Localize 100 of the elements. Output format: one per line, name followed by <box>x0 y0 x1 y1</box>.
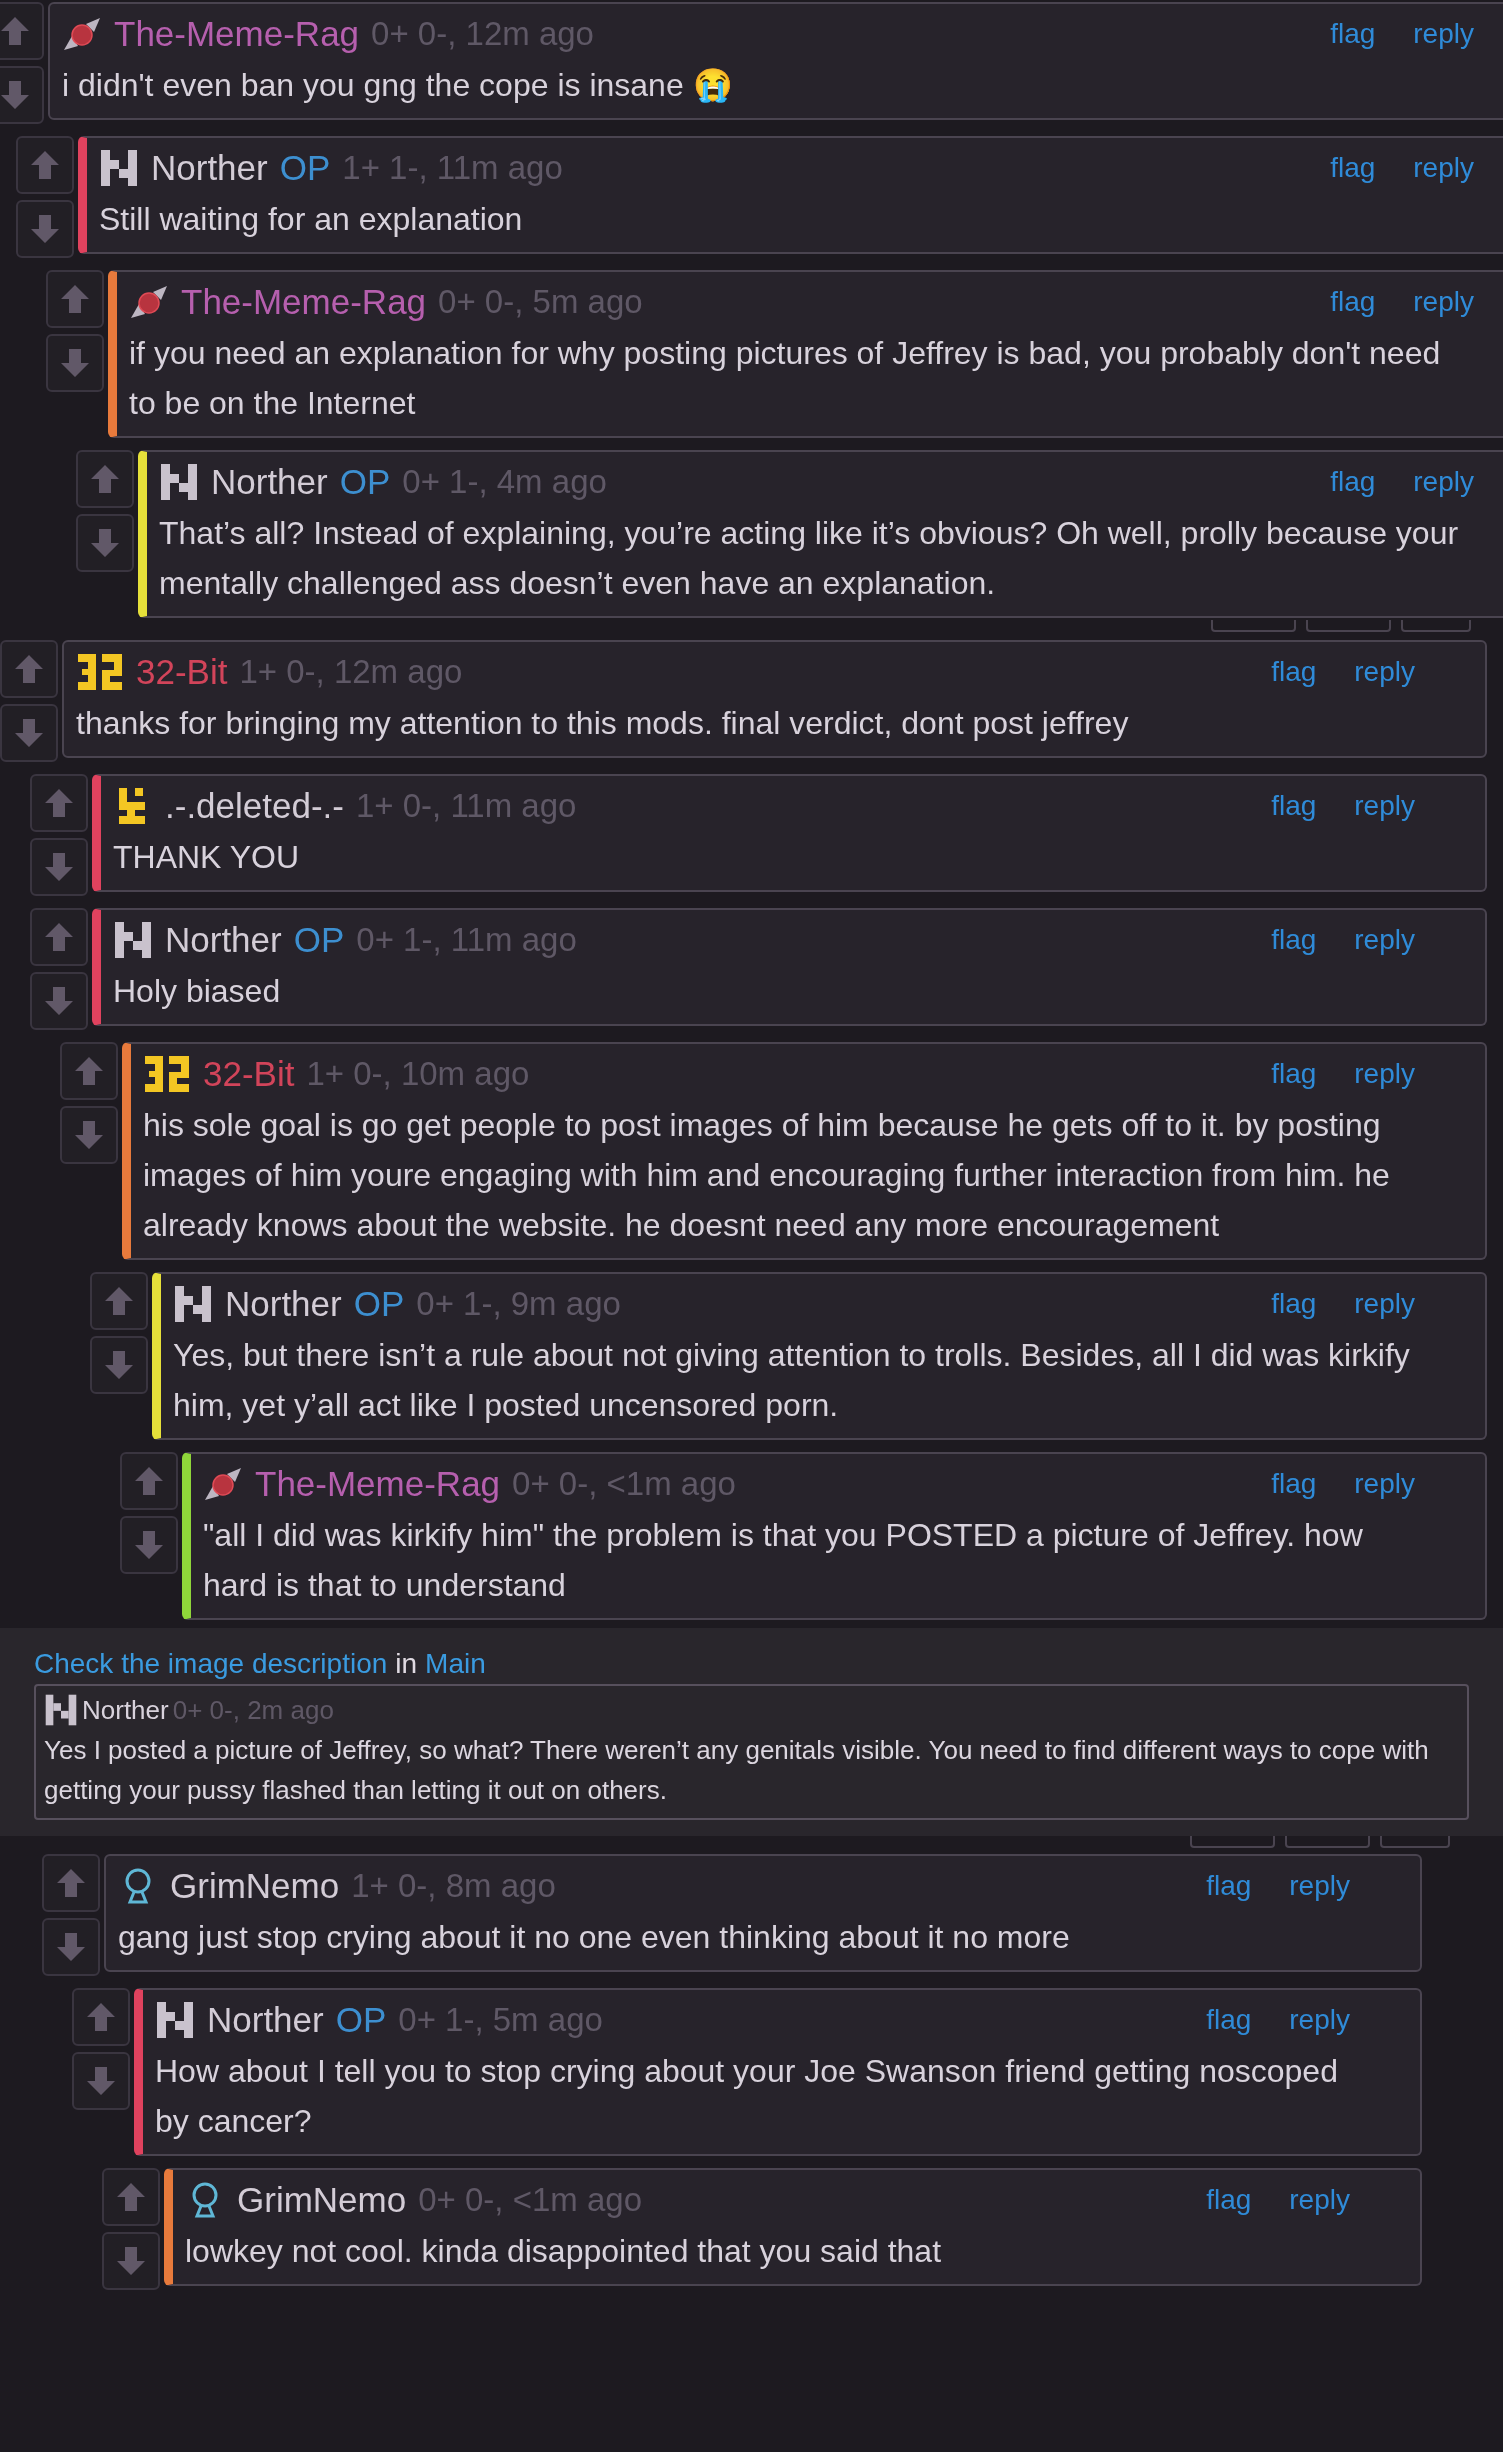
author-name[interactable]: Norther <box>211 455 328 509</box>
reply-link[interactable]: reply <box>1289 1999 1350 2041</box>
vote-time-meta: 0+ 0-, 5m ago <box>438 282 643 323</box>
upvote-button[interactable] <box>16 136 74 194</box>
up-arrow-icon <box>104 1285 134 1317</box>
upvote-button[interactable] <box>42 1854 100 1912</box>
author-name[interactable]: 32-Bit <box>136 645 228 699</box>
author-name[interactable]: Norther <box>225 1277 342 1331</box>
up-arrow-icon <box>60 283 90 315</box>
author-name[interactable]: The-Meme-Rag <box>181 275 427 329</box>
upvote-button[interactable] <box>120 1452 178 1510</box>
flag-link[interactable]: flag <box>1330 461 1376 503</box>
comment-text: Yes I posted a picture of Jeffrey, so what? There weren’t any genitals visible. You need to find different ways to cope with getting your pussy flashed than letting it out on others. <box>44 1734 1430 1807</box>
reply-link[interactable]: reply <box>1413 13 1474 55</box>
downvote-button[interactable] <box>30 838 88 896</box>
flag-link[interactable]: flag <box>1206 2179 1252 2221</box>
downvote-button[interactable] <box>0 704 58 762</box>
upvote-button[interactable] <box>0 640 58 698</box>
up-arrow-icon <box>86 2001 116 2033</box>
reply-link[interactable]: reply <box>1354 651 1415 693</box>
flag-link[interactable]: flag <box>1206 1865 1252 1907</box>
vote-time-meta: 0+ 1-, 4m ago <box>402 462 607 503</box>
comment-text: That’s all? Instead of explaining, you’re acting like it’s obvious? Oh well, prolly because your mentally challenged ass doesn’t even have an explanation. <box>159 514 1460 603</box>
author-name[interactable]: 32-Bit <box>203 1047 295 1101</box>
comment-text: Holy biased <box>113 972 282 1011</box>
up-arrow-icon <box>116 2181 146 2213</box>
down-arrow-icon <box>44 851 74 883</box>
downvote-button[interactable] <box>0 66 44 124</box>
comment-text: How about I tell you to stop crying about your Joe Swanson friend getting noscoped by cancer? <box>155 2052 1339 2141</box>
reply-link[interactable]: reply <box>1354 785 1415 827</box>
author-name[interactable]: Norther <box>151 141 268 195</box>
upvote-button[interactable] <box>30 908 88 966</box>
vote-time-meta: 0+ 1-, 9m ago <box>416 1284 621 1325</box>
down-arrow-icon <box>90 527 120 559</box>
reply-link[interactable]: reply <box>1413 147 1474 189</box>
up-arrow-icon <box>44 787 74 819</box>
author-name[interactable]: The-Meme-Rag <box>114 7 360 61</box>
upvote-button[interactable] <box>0 2 44 60</box>
flag-link[interactable]: flag <box>1330 13 1376 55</box>
reply-link[interactable]: reply <box>1354 1053 1415 1095</box>
reply-link[interactable]: reply <box>1413 461 1474 503</box>
reply-link[interactable]: reply <box>1354 1463 1415 1505</box>
reply-link[interactable]: reply <box>1354 1283 1415 1325</box>
author-name[interactable]: .-.deleted-.- <box>165 779 344 833</box>
upvote-button[interactable] <box>90 1272 148 1330</box>
down-arrow-icon <box>74 1119 104 1151</box>
vote-time-meta: 0+ 0-, 12m ago <box>371 14 594 55</box>
description-link[interactable]: Check the image description <box>34 1644 388 1684</box>
downvote-button[interactable] <box>102 2232 160 2290</box>
author-name[interactable]: The-Meme-Rag <box>255 1457 501 1511</box>
comment-text: his sole goal is go get people to post images of him because he gets off to it. by posting images of him youre engaging with him and encouraging further interaction from him. he already knows about the website. he doesnt need any more encouragement <box>143 1106 1391 1245</box>
flag-link[interactable]: flag <box>1271 785 1317 827</box>
downvote-button[interactable] <box>46 334 104 392</box>
vote-time-meta: 1+ 0-, 12m ago <box>239 652 463 693</box>
flag-link[interactable]: flag <box>1271 651 1317 693</box>
upvote-button[interactable] <box>30 774 88 832</box>
downvote-button[interactable] <box>72 2052 130 2110</box>
downvote-button[interactable] <box>90 1336 148 1394</box>
upvote-button[interactable] <box>102 2168 160 2226</box>
downvote-button[interactable] <box>16 200 74 258</box>
reply-link[interactable]: reply <box>1354 919 1415 961</box>
down-arrow-icon <box>44 985 74 1017</box>
upvote-button[interactable] <box>46 270 104 328</box>
author-name[interactable]: Norther <box>165 913 282 967</box>
up-arrow-icon <box>44 921 74 953</box>
flag-link[interactable]: flag <box>1271 1283 1317 1325</box>
vote-time-meta: 0+ 0-, <1m ago <box>418 2180 642 2221</box>
down-arrow-icon <box>0 79 30 111</box>
downvote-button[interactable] <box>42 1918 100 1976</box>
op-tag: OP <box>339 455 391 509</box>
flag-link[interactable]: flag <box>1271 919 1317 961</box>
author-name[interactable]: GrimNemo <box>237 2173 407 2227</box>
flag-link[interactable]: flag <box>1271 1463 1317 1505</box>
flag-link[interactable]: flag <box>1271 1053 1317 1095</box>
up-arrow-icon <box>30 149 60 181</box>
upvote-button[interactable] <box>76 450 134 508</box>
comment-text: THANK YOU <box>113 838 301 877</box>
downvote-button[interactable] <box>120 1516 178 1574</box>
flag-link[interactable]: flag <box>1330 281 1376 323</box>
author-name[interactable]: Norther <box>82 1690 169 1730</box>
author-name[interactable]: GrimNemo <box>170 1859 340 1913</box>
author-name[interactable]: Norther <box>207 1993 324 2047</box>
downvote-button[interactable] <box>60 1106 118 1164</box>
downvote-button[interactable] <box>76 514 134 572</box>
downvote-button[interactable] <box>30 972 88 1030</box>
place-link[interactable]: Main <box>425 1644 486 1684</box>
flag-link[interactable]: flag <box>1330 147 1376 189</box>
up-arrow-icon <box>14 653 44 685</box>
flag-link[interactable]: flag <box>1206 1999 1252 2041</box>
reply-link[interactable]: reply <box>1289 2179 1350 2221</box>
op-tag: OP <box>353 1277 405 1331</box>
reply-link[interactable]: reply <box>1289 1865 1350 1907</box>
upvote-button[interactable] <box>60 1042 118 1100</box>
up-arrow-icon <box>134 1465 164 1497</box>
joiner-text: in <box>395 1647 418 1681</box>
reply-link[interactable]: reply <box>1413 281 1474 323</box>
vote-time-meta: 0+ 0-, <1m ago <box>512 1464 736 1505</box>
vote-time-meta: 1+ 0-, 8m ago <box>351 1866 556 1907</box>
upvote-button[interactable] <box>72 1988 130 2046</box>
vote-time-meta: 1+ 0-, 10m ago <box>306 1054 530 1095</box>
